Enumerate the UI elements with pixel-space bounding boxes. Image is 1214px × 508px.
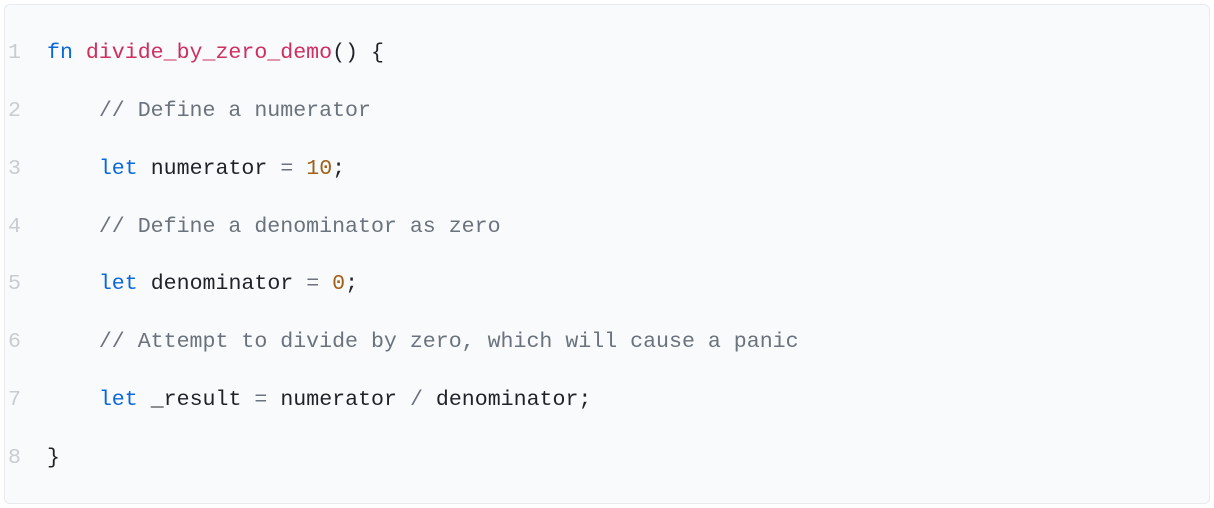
token-whitespace — [138, 157, 151, 181]
line-number: 5 — [5, 256, 47, 314]
token-op: = — [254, 388, 267, 412]
token-whitespace — [267, 157, 280, 181]
token-whitespace — [319, 272, 332, 296]
token-ident: denominator — [151, 272, 294, 296]
token-whitespace — [47, 157, 99, 181]
token-punct: ; — [332, 157, 345, 181]
code-line: 6 // Attempt to divide by zero, which wi… — [5, 314, 1209, 372]
token-whitespace — [47, 215, 99, 239]
line-number: 7 — [5, 372, 47, 430]
token-comment: // Define a numerator — [99, 99, 371, 123]
token-ident: numerator — [280, 388, 397, 412]
token-whitespace — [47, 272, 99, 296]
token-whitespace — [138, 272, 151, 296]
code-content: let denominator = 0; — [47, 256, 358, 314]
code-line: 8} — [5, 430, 1209, 488]
token-whitespace — [138, 388, 151, 412]
token-whitespace — [397, 388, 410, 412]
token-punct: ; — [578, 388, 591, 412]
token-comment: // Attempt to divide by zero, which will… — [99, 330, 799, 354]
token-number: 10 — [306, 157, 332, 181]
token-op: / — [410, 388, 423, 412]
token-paren: () — [332, 41, 358, 65]
token-kw: fn — [47, 41, 73, 65]
code-content: // Attempt to divide by zero, which will… — [47, 314, 799, 372]
code-line: 4 // Define a denominator as zero — [5, 199, 1209, 257]
token-punct: { — [371, 41, 384, 65]
code-line: 5 let denominator = 0; — [5, 256, 1209, 314]
line-number: 8 — [5, 430, 47, 488]
token-kw: let — [99, 272, 138, 296]
token-whitespace — [47, 99, 99, 123]
code-block: 1fn divide_by_zero_demo() {2 // Define a… — [4, 4, 1210, 504]
line-number: 4 — [5, 199, 47, 257]
token-whitespace — [423, 388, 436, 412]
token-whitespace — [47, 388, 99, 412]
token-whitespace — [358, 41, 371, 65]
token-punct: } — [47, 446, 60, 470]
token-fn-name: divide_by_zero_demo — [86, 41, 332, 65]
line-number: 6 — [5, 314, 47, 372]
line-number: 2 — [5, 83, 47, 141]
token-comment: // Define a denominator as zero — [99, 215, 501, 239]
token-op: = — [280, 157, 293, 181]
token-ident: numerator — [151, 157, 268, 181]
code-content: fn divide_by_zero_demo() { — [47, 25, 384, 83]
token-op: = — [306, 272, 319, 296]
code-line: 7 let _result = numerator / denominator; — [5, 372, 1209, 430]
token-whitespace — [241, 388, 254, 412]
token-whitespace — [293, 157, 306, 181]
code-content: let numerator = 10; — [47, 141, 345, 199]
token-whitespace — [47, 330, 99, 354]
code-content: } — [47, 430, 60, 488]
token-whitespace — [267, 388, 280, 412]
token-punct: ; — [345, 272, 358, 296]
code-content: // Define a denominator as zero — [47, 199, 501, 257]
token-kw: let — [99, 157, 138, 181]
token-kw: let — [99, 388, 138, 412]
code-line: 1fn divide_by_zero_demo() { — [5, 25, 1209, 83]
line-number: 3 — [5, 141, 47, 199]
code-content: let _result = numerator / denominator; — [47, 372, 591, 430]
token-number: 0 — [332, 272, 345, 296]
line-number: 1 — [5, 25, 47, 83]
code-line: 2 // Define a numerator — [5, 83, 1209, 141]
code-content: // Define a numerator — [47, 83, 371, 141]
code-line: 3 let numerator = 10; — [5, 141, 1209, 199]
token-ident: _result — [151, 388, 242, 412]
token-whitespace — [293, 272, 306, 296]
token-ident: denominator — [436, 388, 579, 412]
token-whitespace — [73, 41, 86, 65]
